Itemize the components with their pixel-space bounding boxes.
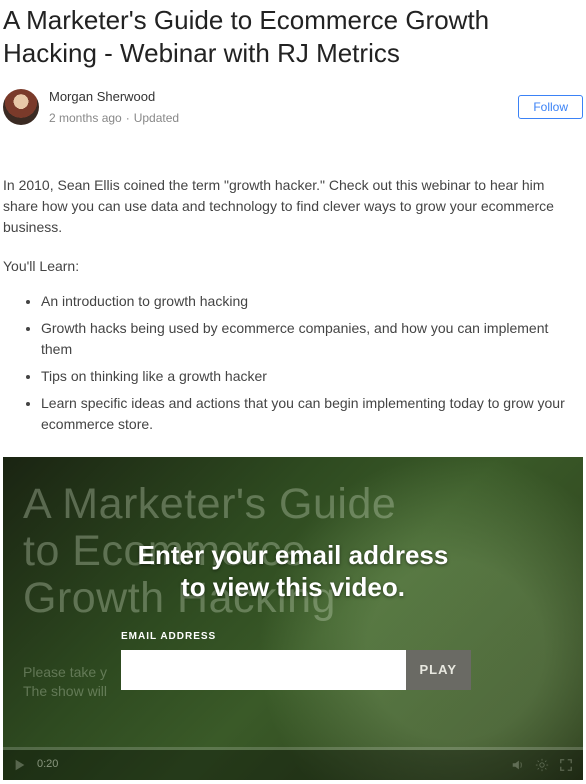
avatar <box>3 89 39 125</box>
email-field[interactable] <box>121 650 406 690</box>
list-item: An introduction to growth hacking <box>41 291 583 312</box>
fullscreen-icon[interactable] <box>559 758 573 772</box>
video-controls: 0:20 <box>3 750 583 780</box>
volume-icon[interactable] <box>511 758 525 772</box>
page-title: A Marketer's Guide to Ecommerce Growth H… <box>3 4 583 69</box>
list-item: Learn specific ideas and actions that yo… <box>41 393 583 435</box>
email-gate-overlay: Enter your email address to view this vi… <box>3 539 583 604</box>
list-item: Growth hacks being used by ecommerce com… <box>41 318 583 360</box>
learn-list: An introduction to growth hacking Growth… <box>3 291 583 435</box>
email-field-label: EMAIL ADDRESS <box>121 629 471 644</box>
list-item: Tips on thinking like a growth hacker <box>41 366 583 387</box>
video-player[interactable]: A Marketer's Guide to Ecommerce Growth H… <box>3 457 583 780</box>
prompt-line-2: to view this video. <box>181 572 405 602</box>
settings-icon[interactable] <box>535 758 549 772</box>
email-gate-form: EMAIL ADDRESS PLAY <box>121 629 471 690</box>
follow-button[interactable]: Follow <box>518 95 583 119</box>
play-button[interactable]: PLAY <box>406 650 471 690</box>
prompt-line-1: Enter your email address <box>138 540 449 570</box>
time-elapsed: 0:20 <box>37 756 58 773</box>
author-block: Morgan Sherwood 2 months ago·Updated <box>3 87 179 127</box>
play-icon[interactable] <box>13 758 27 772</box>
video-bg-subtitle: Please take y The show will <box>23 663 107 702</box>
updated-label: Updated <box>134 111 179 125</box>
intro-paragraph: In 2010, Sean Ellis coined the term "gro… <box>3 175 583 238</box>
learn-heading: You'll Learn: <box>3 256 583 277</box>
posted-time: 2 months ago <box>49 111 122 125</box>
author-subline: 2 months ago·Updated <box>49 109 179 127</box>
author-name[interactable]: Morgan Sherwood <box>49 87 179 107</box>
author-meta-row: Morgan Sherwood 2 months ago·Updated Fol… <box>3 87 583 127</box>
